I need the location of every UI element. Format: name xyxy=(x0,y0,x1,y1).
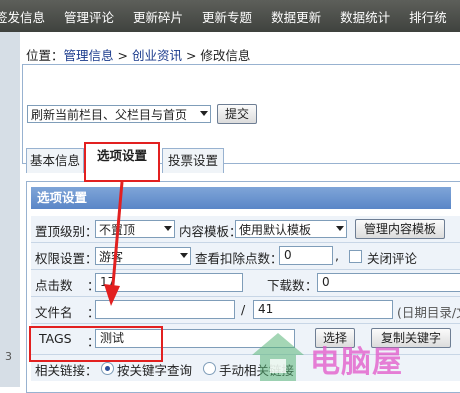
left-sidebar: 3 xyxy=(0,32,20,387)
nav-item-statistics[interactable]: 数据统计 xyxy=(340,7,390,26)
related-label: 相关链接： xyxy=(35,363,98,378)
filename-input[interactable]: 41 xyxy=(253,300,393,319)
top-level-select[interactable]: 不置顶 xyxy=(95,220,175,238)
row-top-level: 置顶级别： 不置顶 内容模板： 使用默认模板 管理内容模板 xyxy=(31,216,460,243)
nav-item-fragments[interactable]: 更新碎片 xyxy=(133,7,183,26)
permission-label: 权限设置： xyxy=(35,251,98,266)
row-clicks: 点击数 ： 17 下载数 ： 0 xyxy=(31,270,460,297)
permission-value: 游客 xyxy=(99,250,124,264)
main-content: 位置：管理信息 > 创业资讯 > 修改信息 刷新当前栏目、父栏目与首页 提交 基… xyxy=(20,32,460,393)
filename-hint: (日期目录/文 xyxy=(397,305,460,320)
template-value: 使用默认模板 xyxy=(239,223,312,237)
clicks-label: 点击数 xyxy=(35,278,73,293)
nav-item-topics[interactable]: 更新专题 xyxy=(202,7,252,26)
nav-item-ranking[interactable]: 排行统 xyxy=(409,7,447,26)
breadcrumb-item-current: 修改信息 xyxy=(200,48,251,63)
tab-vote[interactable]: 投票设置 xyxy=(162,148,224,173)
close-comment-label: 关闭评论 xyxy=(367,251,418,266)
submit-button[interactable]: 提交 xyxy=(217,104,257,124)
chevron-down-icon xyxy=(164,226,172,231)
tags-highlight-box xyxy=(29,326,163,362)
chevron-down-icon xyxy=(200,111,208,116)
points-input[interactable]: 0 xyxy=(279,246,333,265)
downloads-label: 下载数 xyxy=(267,278,305,293)
refresh-select[interactable]: 刷新当前栏目、父栏目与首页 xyxy=(27,105,211,123)
comma-separator: , xyxy=(335,248,339,263)
choose-tags-button[interactable]: 选择 xyxy=(315,328,355,348)
chevron-down-icon xyxy=(336,226,344,231)
chevron-down-icon xyxy=(180,253,188,258)
related-keyword-label: 按关键字查询 xyxy=(117,363,193,378)
breadcrumb: 位置：管理信息 > 创业资讯 > 修改信息 xyxy=(26,45,250,64)
breadcrumb-item-manage[interactable]: 管理信息 xyxy=(64,48,114,63)
row-permissions: 权限设置： 游客 查看扣除点数： 0 , 关闭评论 xyxy=(31,243,460,270)
downloads-sep: ： xyxy=(305,278,318,293)
downloads-input[interactable]: 0 xyxy=(317,273,460,292)
related-keyword-radio[interactable] xyxy=(101,362,114,375)
nav-item-comments[interactable]: 管理评论 xyxy=(64,7,114,26)
breadcrumb-separator: > xyxy=(181,48,201,63)
template-label: 内容模板： xyxy=(179,224,242,239)
nav-item-sign[interactable]: 签发信息 xyxy=(0,7,45,26)
top-level-value: 不置顶 xyxy=(99,223,136,237)
row-filename: 文件名 ： / 41 (日期目录/文 xyxy=(31,297,460,324)
breadcrumb-prefix: 位置： xyxy=(26,48,64,63)
related-manual-label: 手动相关链接 xyxy=(219,363,295,378)
copy-keywords-button[interactable]: 复制关键字 xyxy=(371,328,451,348)
breadcrumb-item-category[interactable]: 创业资讯 xyxy=(132,48,182,63)
clicks-input[interactable]: 17 xyxy=(95,273,243,292)
manage-template-button[interactable]: 管理内容模板 xyxy=(355,219,445,239)
points-label: 查看扣除点数： xyxy=(195,251,283,266)
close-comment-checkbox[interactable] xyxy=(349,250,362,263)
sidebar-number: 3 xyxy=(5,350,12,363)
template-select[interactable]: 使用默认模板 xyxy=(235,220,347,238)
panel-title: 选项设置 xyxy=(31,187,451,209)
related-manual-radio[interactable] xyxy=(203,362,216,375)
filename-slash: / xyxy=(241,302,246,317)
top-level-label: 置顶级别： xyxy=(35,224,98,239)
refresh-select-value: 刷新当前栏目、父栏目与首页 xyxy=(31,108,188,122)
tab-options[interactable]: 选项设置 xyxy=(84,142,160,182)
top-nav: 签发信息 管理评论 更新碎片 更新专题 数据更新 数据统计 排行统 xyxy=(0,0,460,32)
filename-label: 文件名 xyxy=(35,305,73,320)
filename-dir-input[interactable] xyxy=(95,300,235,319)
permission-select[interactable]: 游客 xyxy=(95,247,191,265)
breadcrumb-separator: > xyxy=(113,48,132,63)
tab-basic-info[interactable]: 基本信息 xyxy=(26,148,84,173)
nav-item-data-update[interactable]: 数据更新 xyxy=(271,7,321,26)
